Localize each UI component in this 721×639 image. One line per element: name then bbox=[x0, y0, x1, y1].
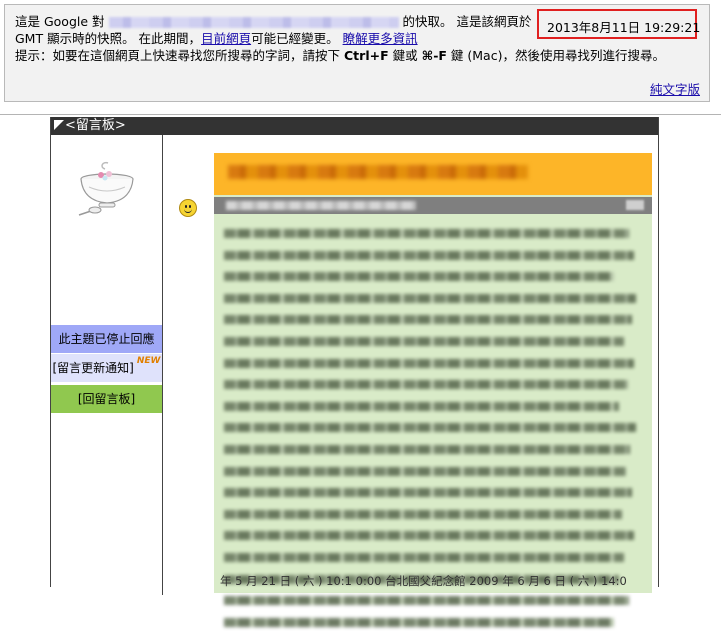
current-page-link[interactable]: 目前網頁 bbox=[201, 31, 251, 46]
guestbook-sidebar: 此主題已停止回應 [留言更新通知] NEW [回留言板] bbox=[51, 135, 163, 595]
post-card bbox=[214, 153, 652, 627]
guestbook-title: <留言板> bbox=[65, 118, 126, 133]
update-notify-button[interactable]: [留言更新通知] NEW bbox=[51, 354, 162, 382]
blurred-url bbox=[108, 17, 399, 28]
post-meta-bar bbox=[214, 197, 652, 214]
cache-tip-line: 提示：如要在這個網頁上快速尋找您所搜尋的字詞，請按下 Ctrl+F 鍵或 ⌘-F… bbox=[15, 48, 665, 64]
post-meta-button[interactable] bbox=[626, 200, 644, 210]
post-footer-partial: 年 5 月 21 日 ( 六 ) 10:1 0:00 台北國父紀念館 2009 … bbox=[220, 574, 627, 588]
post-meta-blurred bbox=[226, 201, 416, 210]
cache-line2-a: GMT 顯示時的快照。 在此期間， bbox=[15, 31, 202, 46]
cache-line-2: GMT 顯示時的快照。 在此期間，目前網頁可能已經變更。 瞭解更多資訊 bbox=[15, 31, 418, 47]
cache-prefix: 這是 Google 對 bbox=[15, 14, 105, 29]
corner-decoration bbox=[54, 120, 64, 130]
google-cache-banner: 這是 Google 對 的快取。 這是該網頁於 2013年8月11日 19:29:… bbox=[4, 4, 710, 102]
cache-line2-b: 可能已經變更。 bbox=[251, 31, 339, 46]
post-title-blurred bbox=[228, 165, 528, 179]
new-badge: NEW bbox=[136, 356, 161, 366]
cache-suffix: 的快取。 這是該網頁於 bbox=[402, 14, 532, 29]
topic-closed-label: 此主題已停止回應 bbox=[51, 325, 162, 353]
tip-b: 鍵或 bbox=[392, 48, 418, 63]
post-title-bar bbox=[214, 153, 652, 195]
key-cmd-f: ⌘-F bbox=[421, 48, 447, 63]
tip-a: 提示：如要在這個網頁上快速尋找您所搜尋的字詞，請按下 bbox=[15, 48, 341, 63]
text-only-link[interactable]: 純文字版 bbox=[650, 79, 700, 98]
update-notify-label: [留言更新通知] bbox=[52, 361, 134, 375]
cache-date-highlight: 2013年8月11日 19:29:21 bbox=[537, 9, 701, 39]
tip-c: 鍵 (Mac)，然後使用尋找列進行搜尋。 bbox=[450, 48, 665, 63]
cache-line-1: 這是 Google 對 的快取。 這是該網頁於 bbox=[15, 14, 532, 30]
learn-more-link[interactable]: 瞭解更多資訊 bbox=[343, 31, 418, 46]
back-to-guestbook-button[interactable]: [回留言板] bbox=[51, 385, 162, 413]
guestbook-frame: <留言板> 此主題已停止回應 [留言更新通知] NEW [回留言板] bbox=[50, 117, 659, 627]
cache-date: 2013年8月11日 19:29:21 bbox=[547, 20, 701, 35]
banner-divider bbox=[0, 114, 721, 115]
key-ctrl-f: Ctrl+F bbox=[344, 48, 389, 63]
smiley-icon bbox=[179, 199, 197, 217]
bowl-icon bbox=[78, 161, 134, 216]
guestbook-header: <留言板> bbox=[51, 117, 658, 135]
